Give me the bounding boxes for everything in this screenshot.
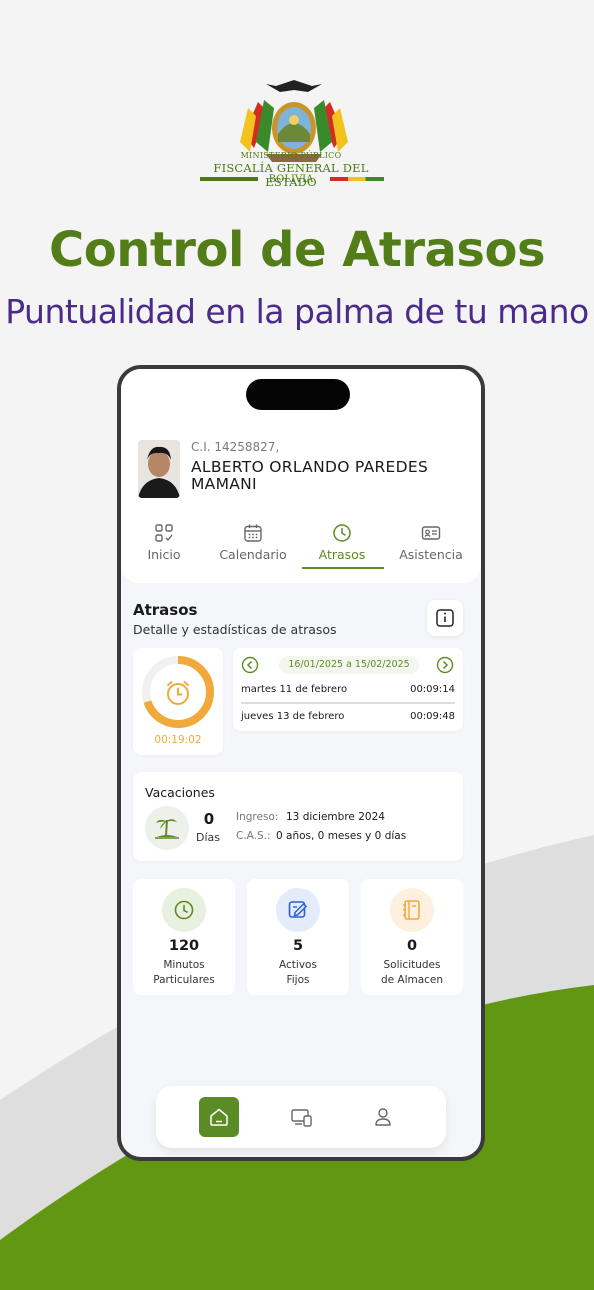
vacation-title: Vacaciones [145, 785, 215, 800]
stat-value: 0 [406, 938, 418, 954]
vacation-days: 0 [203, 810, 215, 828]
logo-bolivia: BOLIVIA [268, 174, 314, 185]
delay-entry-time: 00:09:14 [410, 684, 455, 695]
stat-label-line1: Solicitudes [383, 959, 441, 971]
notebook-icon [390, 888, 434, 932]
edit-icon [276, 888, 320, 932]
nav-devices-button[interactable] [281, 1097, 321, 1137]
delay-entry[interactable]: jueves 13 de febrero 00:09:48 [241, 711, 455, 722]
nav-home-button[interactable] [199, 1097, 239, 1137]
logo-ministerio: MINISTERIO PÚBLICO [240, 151, 342, 160]
tab-calendario[interactable]: Calendario [210, 523, 296, 562]
prev-range-button[interactable] [241, 656, 259, 674]
tab-inicio-label: Inicio [147, 547, 181, 562]
tab-asistencia-label: Asistencia [399, 547, 463, 562]
stat-label-line1: Minutos [163, 959, 205, 971]
stat-card-minutos[interactable]: 120 Minutos Particulares [133, 879, 235, 995]
tab-asistencia[interactable]: Asistencia [388, 523, 474, 562]
avatar [138, 440, 180, 498]
home-icon [210, 1108, 228, 1126]
active-tab-indicator [302, 567, 384, 569]
next-range-button[interactable] [436, 656, 454, 674]
stat-label: Activos Fijos [247, 958, 349, 988]
date-range: 16/01/2025 a 15/02/2025 [279, 656, 419, 674]
tab-inicio[interactable]: Inicio [121, 523, 207, 562]
tab-calendario-label: Calendario [219, 547, 287, 562]
stat-card-activos[interactable]: 5 Activos Fijos [247, 879, 349, 995]
cas-value: 0 años, 0 meses y 0 días [276, 830, 407, 842]
dashboard-icon [155, 524, 173, 542]
stat-label: Solicitudes de Almacen [361, 958, 463, 988]
stat-label-line2: Fijos [286, 974, 310, 986]
user-ci: C.I. 14258827, [191, 440, 280, 454]
user-name: ALBERTO ORLANDO PAREDES MAMANI [191, 458, 429, 493]
phone-mockup: C.I. 14258827, ALBERTO ORLANDO PAREDES M… [117, 365, 485, 1161]
beach-icon [145, 806, 189, 850]
info-button[interactable] [427, 600, 463, 636]
delay-entry[interactable]: martes 11 de febrero 00:09:14 [241, 684, 455, 695]
tagline: Puntualidad en la palma de tu mano [5, 292, 589, 331]
vacation-days-label: Días [196, 831, 220, 844]
stat-card-solicitudes[interactable]: 0 Solicitudes de Almacen [361, 879, 463, 995]
total-delay-time: 00:19:02 [154, 734, 202, 746]
clock-icon [162, 888, 206, 932]
tab-atrasos[interactable]: Atrasos [299, 523, 385, 562]
cas-label: C.A.S.: [236, 830, 271, 842]
delay-entry-date: martes 11 de febrero [241, 684, 348, 695]
clock-icon [333, 524, 351, 542]
user-icon [375, 1108, 391, 1126]
entry-divider [241, 702, 455, 704]
section-title: Atrasos [133, 601, 198, 619]
user-photo-icon [138, 440, 180, 498]
stat-label-line2: Particulares [153, 974, 215, 986]
stat-label: Minutos Particulares [133, 958, 235, 988]
stat-value: 5 [292, 938, 304, 954]
delay-donut [142, 656, 214, 728]
ingreso-label: Ingreso: [236, 811, 279, 823]
delay-entry-time: 00:09:48 [410, 711, 455, 722]
header-panel: C.I. 14258827, ALBERTO ORLANDO PAREDES M… [121, 369, 481, 583]
vacation-card: Vacaciones 0 Días Ingreso: 13 diciembre … [133, 772, 463, 861]
delay-entry-date: jueves 13 de febrero [241, 711, 345, 722]
info-icon [436, 609, 454, 627]
headline: Control de Atrasos [48, 222, 546, 278]
nav-profile-button[interactable] [363, 1097, 403, 1137]
delay-list-card: 16/01/2025 a 15/02/2025 martes 11 de feb… [233, 648, 463, 731]
camera-notch [246, 379, 350, 410]
devices-icon [291, 1109, 312, 1127]
stat-label-line1: Activos [279, 959, 317, 971]
section-subtitle: Detalle y estadísticas de atrasos [133, 622, 337, 637]
tab-atrasos-label: Atrasos [318, 547, 366, 562]
total-delay-card: 00:19:02 [133, 648, 223, 755]
id-card-icon [421, 526, 441, 540]
stat-label-line2: de Almacen [380, 974, 444, 986]
ingreso-value: 13 diciembre 2024 [286, 811, 385, 823]
stat-value: 120 [168, 938, 200, 954]
bottom-nav [156, 1086, 446, 1148]
calendar-icon [244, 524, 262, 542]
